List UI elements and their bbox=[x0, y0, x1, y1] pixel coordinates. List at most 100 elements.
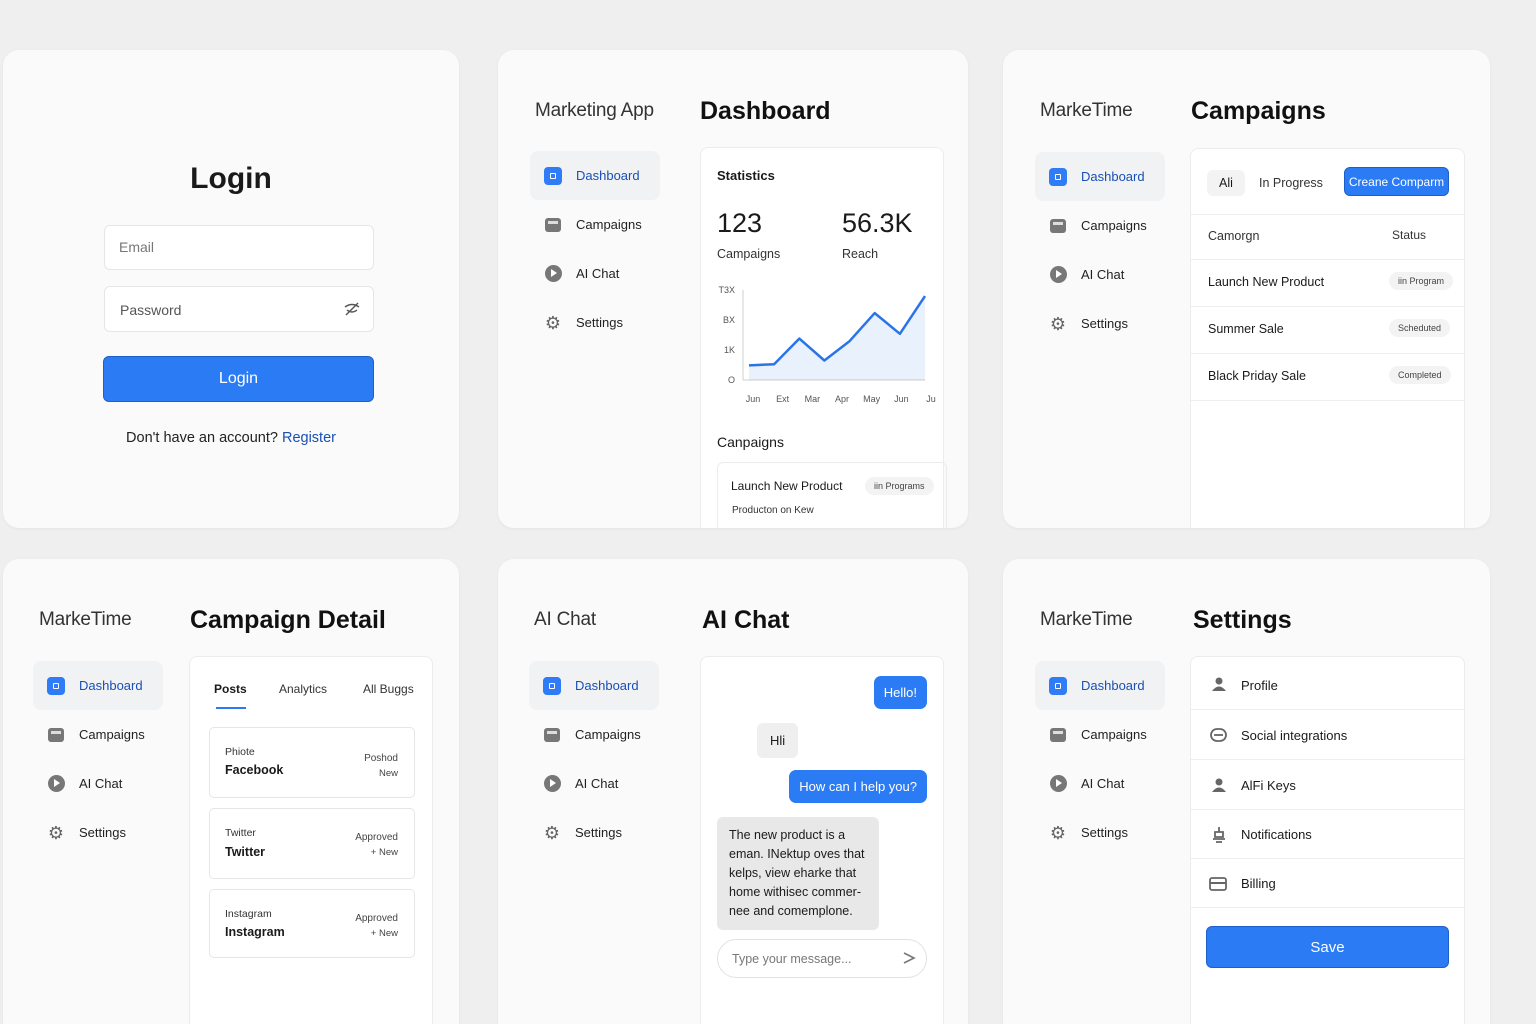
send-icon[interactable] bbox=[902, 951, 916, 968]
settings-item-label: AlFi Keys bbox=[1241, 778, 1296, 793]
password-placeholder: Password bbox=[120, 302, 182, 318]
sidebar-item-ai-chat[interactable]: AI Chat bbox=[33, 759, 163, 808]
login-panel: Login Email Password Login Don't have an… bbox=[3, 50, 459, 528]
message-input[interactable]: Type your message... bbox=[717, 939, 927, 978]
settings-item-api-keys[interactable]: AlFi Keys bbox=[1191, 760, 1466, 810]
sidebar-item-settings[interactable]: ⚙ Settings bbox=[33, 808, 163, 857]
app-brand: MarkeTime bbox=[39, 609, 132, 630]
stat-reach-value: 56.3K bbox=[842, 208, 913, 238]
gear-icon: ⚙ bbox=[1049, 822, 1067, 843]
tab-all-bugs[interactable]: All Buggs bbox=[363, 682, 414, 696]
tab-active-indicator bbox=[216, 707, 246, 709]
settings-item-notifications[interactable]: Notifications bbox=[1191, 810, 1466, 859]
tab-all[interactable]: Ali bbox=[1207, 170, 1245, 196]
campaign-subtitle: Producton on Kew bbox=[732, 505, 814, 516]
campaign-detail-panel: MarkeTime Campaign Detail Dashboard Camp… bbox=[3, 559, 459, 1024]
settings-item-billing[interactable]: Billing bbox=[1191, 859, 1466, 908]
sidebar-item-label: Campaigns bbox=[575, 727, 641, 742]
sidebar-item-ai-chat[interactable]: AI Chat bbox=[1035, 759, 1165, 808]
sidebar-item-label: Settings bbox=[79, 825, 126, 840]
email-placeholder: Email bbox=[119, 239, 155, 255]
sidebar-item-dashboard[interactable]: Dashboard bbox=[1035, 152, 1165, 201]
post-label: Instagram bbox=[225, 908, 272, 920]
x-tick-label: Ext bbox=[776, 394, 790, 404]
settings-item-label: Social integrations bbox=[1241, 728, 1348, 743]
chat-message-user: How can I help you? bbox=[789, 770, 927, 803]
settings-item-label: Billing bbox=[1241, 876, 1276, 891]
sidebar-item-label: Campaigns bbox=[79, 727, 145, 742]
app-brand: MarkeTime bbox=[1040, 609, 1133, 630]
x-tick-label: Jun bbox=[894, 394, 909, 404]
email-field[interactable]: Email bbox=[104, 225, 374, 270]
app-brand: AI Chat bbox=[534, 609, 596, 630]
sidebar-item-ai-chat[interactable]: AI Chat bbox=[530, 249, 660, 298]
post-card[interactable]: Twitter Twitter Approved + New bbox=[209, 808, 415, 879]
settings-item-social[interactable]: Social integrations bbox=[1191, 710, 1466, 760]
post-status: Approved bbox=[355, 913, 398, 924]
tab-analytics[interactable]: Analytics bbox=[279, 682, 327, 696]
campaign-list-item[interactable]: Launch New Product iin Programs Producto… bbox=[717, 462, 947, 528]
sidebar: Dashboard Campaigns AI Chat ⚙ Settings bbox=[1035, 152, 1165, 348]
app-brand: Marketing App bbox=[535, 100, 654, 121]
y-tick-label: BX bbox=[723, 315, 735, 325]
settings-item-label: Notifications bbox=[1241, 827, 1312, 842]
settings-item-profile[interactable]: Profile bbox=[1191, 657, 1466, 710]
campaigns-icon bbox=[543, 726, 561, 744]
sidebar-item-campaigns[interactable]: Campaigns bbox=[33, 710, 163, 759]
bell-icon bbox=[1211, 826, 1227, 848]
play-icon bbox=[544, 265, 562, 283]
campaign-name: Summer Sale bbox=[1208, 322, 1284, 336]
sidebar-item-settings[interactable]: ⚙ Settings bbox=[1035, 299, 1165, 348]
table-row[interactable]: Launch New Product iin Program bbox=[1191, 260, 1466, 306]
sidebar-item-campaigns[interactable]: Campaigns bbox=[529, 710, 659, 759]
status-badge: iin Programs bbox=[865, 477, 934, 495]
page-title: Settings bbox=[1193, 606, 1292, 634]
save-button[interactable]: Save bbox=[1206, 926, 1449, 968]
sidebar-item-campaigns[interactable]: Campaigns bbox=[1035, 710, 1165, 759]
gear-icon: ⚙ bbox=[47, 822, 65, 843]
table-row[interactable]: Black Priday Sale Completed bbox=[1191, 354, 1466, 400]
settings-card: Profile Social integrations AlFi Keys No… bbox=[1190, 656, 1466, 1024]
register-row: Don't have an account? Register bbox=[3, 430, 459, 446]
page-title: Dashboard bbox=[700, 97, 831, 125]
post-card[interactable]: Instagram Instagram Approved + New bbox=[209, 889, 415, 958]
eye-off-icon[interactable] bbox=[343, 301, 361, 320]
login-button[interactable]: Login bbox=[103, 356, 374, 402]
sidebar-item-label: Settings bbox=[1081, 316, 1128, 331]
sidebar-item-ai-chat[interactable]: AI Chat bbox=[529, 759, 659, 808]
statistics-card: Statistics 123 Campaigns 56.3K Reach T3X… bbox=[700, 147, 947, 528]
dashboard-icon bbox=[47, 676, 65, 695]
x-tick-label: Mar bbox=[805, 394, 821, 404]
post-sub: + New bbox=[370, 847, 398, 858]
play-icon bbox=[543, 775, 561, 793]
sidebar-item-dashboard[interactable]: Dashboard bbox=[1035, 661, 1165, 710]
sidebar-item-dashboard[interactable]: Dashboard bbox=[530, 151, 660, 200]
create-campaign-button[interactable]: Creane Comparm bbox=[1344, 167, 1449, 196]
chat-message-user: Hello! bbox=[873, 676, 927, 709]
sidebar-item-campaigns[interactable]: Campaigns bbox=[530, 200, 660, 249]
status-badge: Completed bbox=[1389, 366, 1451, 384]
page-title: Campaign Detail bbox=[190, 606, 386, 634]
tab-posts[interactable]: Posts bbox=[214, 682, 247, 696]
y-tick-label: O bbox=[728, 375, 735, 385]
password-field[interactable]: Password bbox=[104, 286, 374, 332]
sidebar-item-ai-chat[interactable]: AI Chat bbox=[1035, 250, 1165, 299]
sidebar-item-dashboard[interactable]: Dashboard bbox=[529, 661, 659, 710]
post-status: Poshod bbox=[364, 753, 398, 764]
statistics-title: Statistics bbox=[717, 168, 775, 183]
dashboard-icon bbox=[1049, 167, 1067, 186]
chat-card: Hello! Hli How can I help you? The new p… bbox=[700, 656, 944, 1024]
post-card[interactable]: Phiote Facebook Poshod New bbox=[209, 727, 415, 798]
sidebar-item-settings[interactable]: ⚙ Settings bbox=[529, 808, 659, 857]
sidebar-item-settings[interactable]: ⚙ Settings bbox=[1035, 808, 1165, 857]
register-link[interactable]: Register bbox=[282, 430, 336, 446]
campaign-name: Launch New Product bbox=[731, 479, 843, 493]
link-icon bbox=[1210, 728, 1227, 747]
sidebar-item-settings[interactable]: ⚙ Settings bbox=[530, 298, 660, 347]
sidebar-item-campaigns[interactable]: Campaigns bbox=[1035, 201, 1165, 250]
post-sub: New bbox=[378, 768, 398, 779]
tab-in-progress[interactable]: In Progress bbox=[1259, 176, 1323, 190]
table-row[interactable]: Summer Sale Scheduted bbox=[1191, 307, 1466, 353]
sidebar-item-dashboard[interactable]: Dashboard bbox=[33, 661, 163, 710]
x-tick-label: Apr bbox=[835, 394, 849, 404]
